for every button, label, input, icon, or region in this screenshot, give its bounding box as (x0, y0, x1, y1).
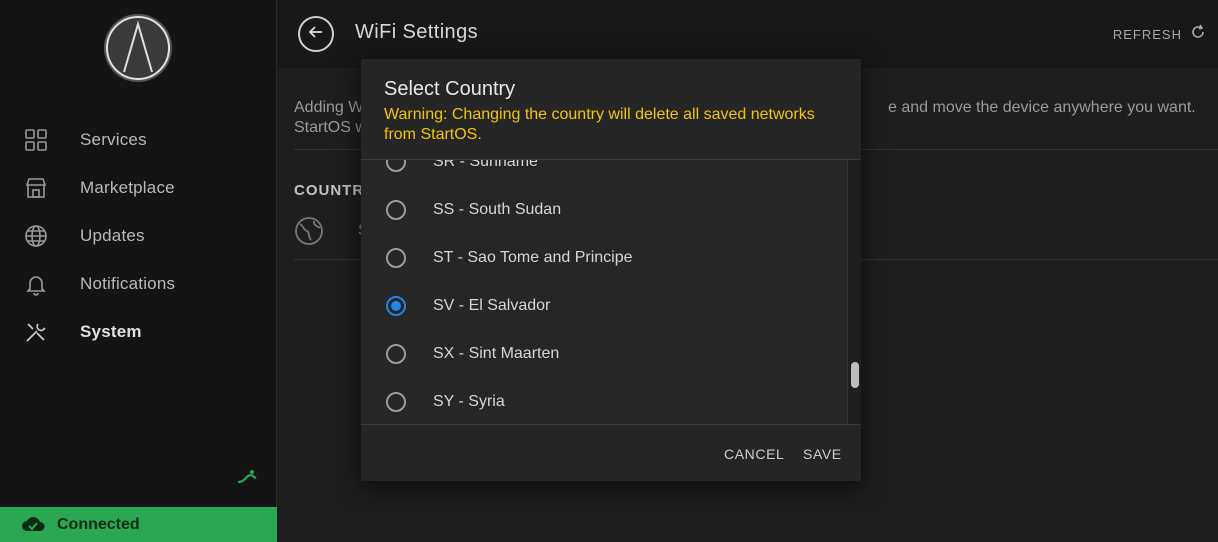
country-option[interactable]: SX - Sint Maarten (361, 330, 847, 378)
cloud-check-icon (21, 515, 45, 538)
modal-title: Select Country (384, 78, 516, 100)
country-option-label: SV - El Salvador (433, 297, 551, 314)
refresh-label: REFRESH (1112, 27, 1182, 42)
sidebar: Services Marketplace Updates Notificatio… (0, 0, 277, 542)
description-line1-left: Adding W (294, 99, 364, 116)
country-option[interactable]: SS - South Sudan (361, 186, 847, 234)
sidebar-item-label: Notifications (80, 274, 176, 293)
sidebar-item-services[interactable]: Services (0, 118, 277, 162)
snek-icon[interactable] (236, 466, 258, 486)
globe-icon (24, 224, 48, 248)
page-header: WiFi Settings REFRESH (278, 0, 1218, 68)
description-line2: StartOS w (294, 119, 367, 136)
connection-status-bar: Connected (0, 507, 277, 542)
arrow-left-icon (308, 24, 324, 45)
cancel-button[interactable]: CANCEL (724, 446, 784, 462)
country-option-label: SR - Suriname (433, 160, 538, 170)
radio-button[interactable] (386, 344, 406, 364)
description-line1-right: e and move the device anywhere you want. (888, 99, 1196, 116)
radio-button-checked[interactable] (386, 296, 406, 316)
refresh-icon (1190, 24, 1206, 45)
modal-header: Select Country Warning: Changing the cou… (361, 59, 861, 160)
country-option-label: SX - Sint Maarten (433, 345, 560, 362)
scrollbar-thumb[interactable] (851, 362, 859, 388)
tools-icon (24, 320, 48, 344)
country-list[interactable]: SR - Suriname SS - South Sudan ST - Sao … (361, 160, 861, 424)
startos-logo (104, 14, 172, 82)
page-title: WiFi Settings (355, 21, 479, 43)
sidebar-item-label: Services (80, 130, 147, 149)
sidebar-item-label: Updates (80, 226, 145, 245)
modal-warning: Warning: Changing the country will delet… (384, 106, 815, 143)
country-option[interactable]: SY - Syria (361, 378, 847, 424)
bell-icon (24, 272, 48, 296)
select-country-modal: Select Country Warning: Changing the cou… (361, 59, 861, 481)
sidebar-item-label: Marketplace (80, 178, 175, 197)
radio-button[interactable] (386, 160, 406, 172)
grid-icon (24, 128, 48, 152)
refresh-button[interactable]: REFRESH (1113, 24, 1206, 45)
save-button[interactable]: SAVE (803, 446, 842, 462)
country-section-title: COUNTR (294, 182, 365, 199)
globe-icon (294, 216, 324, 251)
country-option-label: ST - Sao Tome and Principe (433, 249, 633, 266)
back-button[interactable] (298, 16, 334, 52)
sidebar-item-system[interactable]: System (0, 310, 277, 354)
country-option-label: SS - South Sudan (433, 201, 562, 218)
country-option[interactable]: SR - Suriname (361, 160, 847, 186)
sidebar-item-marketplace[interactable]: Marketplace (0, 166, 277, 210)
storefront-icon (24, 176, 48, 200)
radio-button[interactable] (386, 200, 406, 220)
radio-button[interactable] (386, 392, 406, 412)
sidebar-item-notifications[interactable]: Notifications (0, 262, 277, 306)
connection-status-text: Connected (57, 515, 140, 533)
list-scrollbar[interactable] (847, 160, 861, 424)
sidebar-item-label: System (80, 322, 142, 341)
country-option-label: SY - Syria (433, 393, 505, 410)
sidebar-item-updates[interactable]: Updates (0, 214, 277, 258)
modal-footer: CANCEL SAVE (361, 424, 861, 481)
country-option[interactable]: ST - Sao Tome and Principe (361, 234, 847, 282)
radio-button[interactable] (386, 248, 406, 268)
country-option[interactable]: SV - El Salvador (361, 282, 847, 330)
